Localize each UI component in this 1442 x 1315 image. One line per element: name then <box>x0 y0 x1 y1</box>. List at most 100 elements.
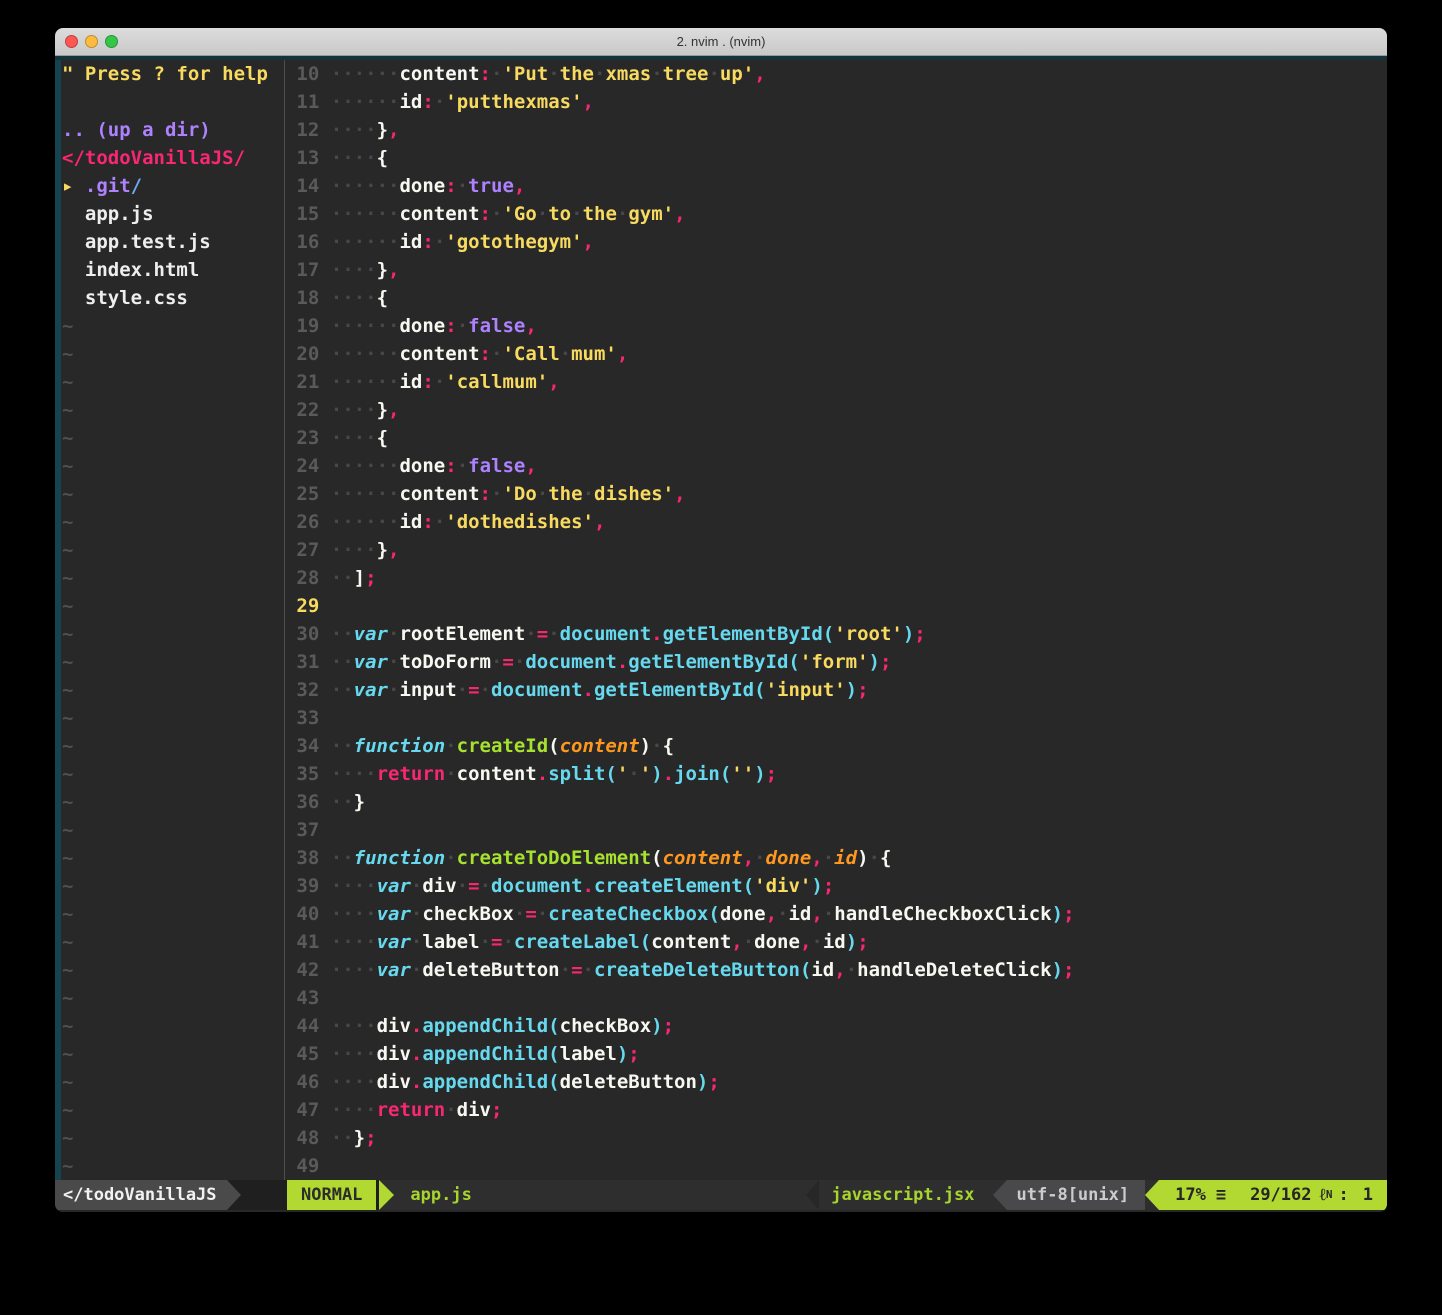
editor-buffer[interactable]: 10······content:·'Put·the·xmas·tree·up',… <box>285 60 1387 1180</box>
token: : <box>422 91 433 113</box>
code-line-46[interactable]: 46····div.appendChild(deleteButton); <box>285 1068 1387 1096</box>
nerdtree-sidebar[interactable]: " Press ? for help.. (up a dir)</todoVan… <box>61 60 284 1180</box>
nerdtree-item-app-js[interactable]: app.js <box>62 200 284 228</box>
code-line-44[interactable]: 44····div.appendChild(checkBox); <box>285 1012 1387 1040</box>
code-line-37[interactable]: 37 <box>285 816 1387 844</box>
space-dot: · <box>377 175 388 197</box>
nerdtree-up-dir[interactable]: .. (up a dir) <box>62 116 284 144</box>
token: 'input' <box>766 679 846 701</box>
space-dot: · <box>434 371 445 393</box>
nerdtree-up-dir-label: .. (up a dir) <box>62 119 211 141</box>
token: done <box>720 903 766 925</box>
space-dot: · <box>388 343 399 365</box>
code-line-22[interactable]: 22····}, <box>285 396 1387 424</box>
token: ; <box>491 1099 502 1121</box>
code-line-19[interactable]: 19······done:·false, <box>285 312 1387 340</box>
code-line-49[interactable]: 49 <box>285 1152 1387 1180</box>
empty-line-tilde: ~ <box>62 788 284 816</box>
code-line-28[interactable]: 28··]; <box>285 564 1387 592</box>
code-line-35[interactable]: 35····return·content.split('·').join('')… <box>285 760 1387 788</box>
code-line-21[interactable]: 21······id:·'callmum', <box>285 368 1387 396</box>
code-line-10[interactable]: 10······content:·'Put·the·xmas·tree·up', <box>285 60 1387 88</box>
token: content <box>560 735 640 757</box>
code-line-30[interactable]: 30··var·rootElement·=·document.getElemen… <box>285 620 1387 648</box>
token: function <box>354 735 446 757</box>
code-line-33[interactable]: 33 <box>285 704 1387 732</box>
statusline-nerdtree-area: </todoVanillaJS <box>55 1180 287 1210</box>
code-line-16[interactable]: 16······id:·'gotothegym', <box>285 228 1387 256</box>
tilde-marker: ~ <box>62 651 73 673</box>
code-line-43[interactable]: 43 <box>285 984 1387 1012</box>
code-line-47[interactable]: 47····return·div; <box>285 1096 1387 1124</box>
space-dot: · <box>388 651 399 673</box>
code-line-23[interactable]: 23····{ <box>285 424 1387 452</box>
token: 'dothedishes' <box>445 511 594 533</box>
code-line-17[interactable]: 17····}, <box>285 256 1387 284</box>
space-dot: · <box>651 735 662 757</box>
code-line-12[interactable]: 12····}, <box>285 116 1387 144</box>
code-line-26[interactable]: 26······id:·'dothedishes', <box>285 508 1387 536</box>
space-dot: · <box>365 287 376 309</box>
line-number: 33 <box>285 704 319 732</box>
nerdtree-root[interactable]: </todoVanillaJS/ <box>62 144 284 172</box>
empty-line-tilde: ~ <box>62 648 284 676</box>
line-number: 23 <box>285 424 319 452</box>
space-dot: · <box>331 91 342 113</box>
token: , <box>754 63 765 85</box>
code-line-20[interactable]: 20······content:·'Call·mum', <box>285 340 1387 368</box>
empty-line-tilde: ~ <box>62 1068 284 1096</box>
code-line-40[interactable]: 40····var·checkBox·=·createCheckbox(done… <box>285 900 1387 928</box>
space-dot: · <box>331 847 342 869</box>
space-dot: · <box>354 1015 365 1037</box>
token: { <box>377 287 388 309</box>
nerdtree-item-app-test-js[interactable]: app.test.js <box>62 228 284 256</box>
code-line-18[interactable]: 18····{ <box>285 284 1387 312</box>
code-line-13[interactable]: 13····{ <box>285 144 1387 172</box>
code-line-32[interactable]: 32··var·input·=·document.getElementById(… <box>285 676 1387 704</box>
empty-line-tilde: ~ <box>62 340 284 368</box>
code-line-34[interactable]: 34··function·createId(content)·{ <box>285 732 1387 760</box>
space-dot: · <box>377 371 388 393</box>
line-number: 40 <box>285 900 319 928</box>
code-line-11[interactable]: 11······id:·'putthexmas', <box>285 88 1387 116</box>
statusline-nerdtree-path: </todoVanillaJS <box>55 1180 227 1210</box>
code-line-31[interactable]: 31··var·toDoForm·=·document.getElementBy… <box>285 648 1387 676</box>
code-line-48[interactable]: 48··}; <box>285 1124 1387 1152</box>
space-dot: · <box>354 175 365 197</box>
code-text: ······done:·false, <box>331 455 537 477</box>
nerdtree-item--git[interactable]: ▸ .git/ <box>62 172 284 200</box>
space-dot: · <box>480 931 491 953</box>
code-line-38[interactable]: 38··function·createToDoElement(content,·… <box>285 844 1387 872</box>
nerdtree-item-style-css[interactable]: style.css <box>62 284 284 312</box>
space-dot: · <box>342 427 353 449</box>
code-line-15[interactable]: 15······content:·'Go·to·the·gym', <box>285 200 1387 228</box>
titlebar[interactable]: 2. nvim . (nvim) <box>55 28 1387 56</box>
tilde-marker: ~ <box>62 1099 73 1121</box>
token: , <box>514 175 525 197</box>
space-dot: · <box>583 483 594 505</box>
code-line-45[interactable]: 45····div.appendChild(label); <box>285 1040 1387 1068</box>
empty-line-tilde: ~ <box>62 452 284 480</box>
expand-arrow-icon[interactable]: ▸ <box>62 175 85 197</box>
code-line-24[interactable]: 24······done:·false, <box>285 452 1387 480</box>
empty-line-tilde: ~ <box>62 872 284 900</box>
token: div <box>377 1071 411 1093</box>
code-line-39[interactable]: 39····var·div·=·document.createElement('… <box>285 872 1387 900</box>
space-dot: · <box>342 483 353 505</box>
token: content <box>457 763 537 785</box>
code-line-29[interactable]: 29 <box>285 592 1387 620</box>
code-line-41[interactable]: 41····var·label·=·createLabel(content,·d… <box>285 928 1387 956</box>
line-number: 17 <box>285 256 319 284</box>
space-dot: · <box>342 679 353 701</box>
code-line-27[interactable]: 27····}, <box>285 536 1387 564</box>
line-number: 21 <box>285 368 319 396</box>
code-line-25[interactable]: 25······content:·'Do·the·dishes', <box>285 480 1387 508</box>
code-text: ··} <box>331 791 365 813</box>
code-line-42[interactable]: 42····var·deleteButton·=·createDeleteBut… <box>285 956 1387 984</box>
space-dot: · <box>388 511 399 533</box>
token: 'gotothegym' <box>445 231 582 253</box>
code-line-36[interactable]: 36··} <box>285 788 1387 816</box>
code-line-14[interactable]: 14······done:·true, <box>285 172 1387 200</box>
nerdtree-item-index-html[interactable]: index.html <box>62 256 284 284</box>
powerline-arrow-left-icon <box>993 1180 1007 1210</box>
